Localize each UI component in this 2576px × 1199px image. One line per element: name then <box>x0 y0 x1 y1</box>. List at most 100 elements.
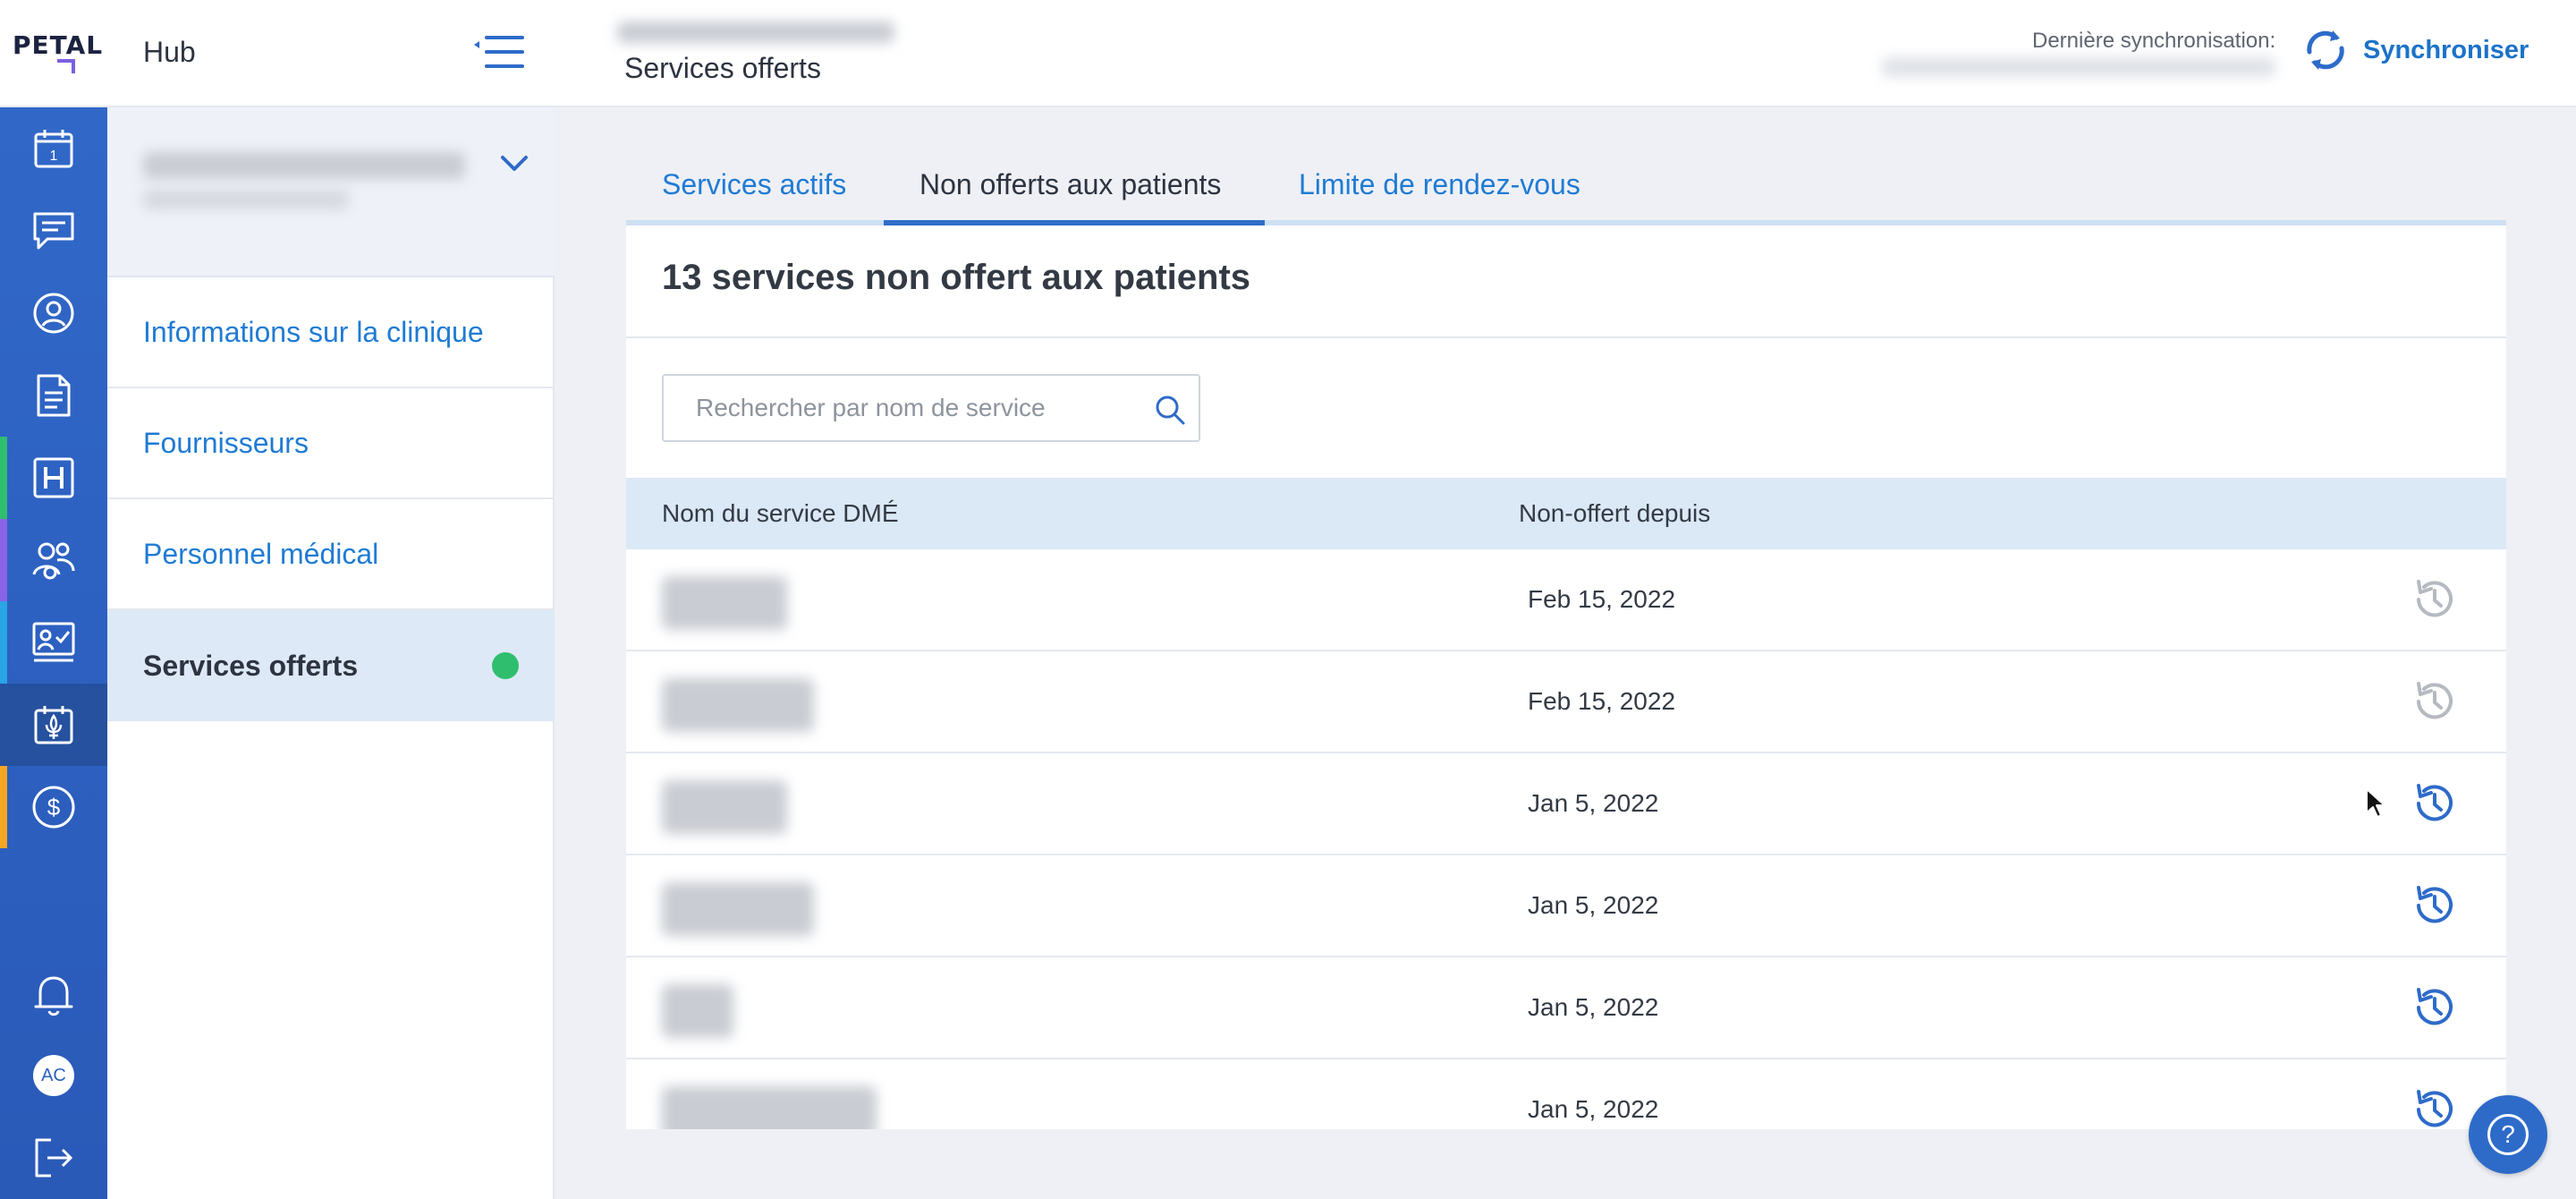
quebec-calendar-icon <box>34 706 73 744</box>
mouse-cursor-icon <box>2366 788 2385 818</box>
not-offered-date: Feb 15, 2022 <box>1528 585 1676 613</box>
restore-history-icon[interactable] <box>2410 880 2460 931</box>
table-row: Jan 5, 2022 <box>626 753 2506 855</box>
settings-subnav: Informations sur la clinique Fournisseur… <box>107 107 555 1199</box>
app-name: Hub <box>143 36 196 68</box>
sync-button-label: Synchroniser <box>2363 35 2529 64</box>
rail-item-hospital[interactable] <box>0 437 107 519</box>
sync-button[interactable]: Synchroniser <box>2301 23 2529 77</box>
billing-icon: $ <box>32 786 75 829</box>
rail-item-calendar[interactable]: 1 <box>0 107 107 190</box>
not-offered-date: Jan 5, 2022 <box>1528 789 1659 817</box>
subnav-item-services-offered[interactable]: Services offerts <box>107 610 555 721</box>
question-icon: ? <box>2487 1114 2529 1155</box>
calendar-icon: 1 <box>34 130 73 168</box>
subnav-item-label: Services offerts <box>143 649 359 682</box>
rail-item-notifications[interactable] <box>0 954 107 1036</box>
column-header-not-offered-since[interactable]: Non-offert depuis <box>1519 499 1710 528</box>
search-input[interactable] <box>664 376 1129 440</box>
subnav-item-label: Fournisseurs <box>143 426 309 459</box>
rail-item-logout[interactable] <box>0 1117 107 1199</box>
bell-icon <box>34 976 73 1016</box>
redacted-service-name <box>662 882 814 936</box>
redacted-clinic-name <box>617 21 894 43</box>
calendar-day: 1 <box>50 149 58 164</box>
subnav-item-clinic-info[interactable]: Informations sur la clinique <box>107 277 555 388</box>
page-title: Services offerts <box>624 52 821 84</box>
document-icon <box>37 374 71 417</box>
subnav-item-suppliers[interactable]: Fournisseurs <box>107 388 555 499</box>
not-offered-date: Jan 5, 2022 <box>1528 993 1659 1021</box>
not-offered-date: Jan 5, 2022 <box>1528 1095 1659 1123</box>
subnav-item-medical-staff[interactable]: Personnel médical <box>107 499 555 610</box>
rail-item-patients[interactable] <box>0 272 107 354</box>
redacted-service-name <box>662 576 787 630</box>
rail-accent <box>0 601 7 684</box>
rail-item-quebec-calendar[interactable] <box>0 684 107 766</box>
not-offered-date: Jan 5, 2022 <box>1528 891 1659 919</box>
redacted-service-name <box>662 780 787 834</box>
card-title: 13 services non offert aux patients <box>662 258 1251 297</box>
table-row: Feb 15, 2022 <box>626 651 2506 753</box>
tab-appointment-limit[interactable]: Limite de rendez-vous <box>1299 143 1580 225</box>
subnav-item-label: Informations sur la clinique <box>143 315 484 348</box>
table-row: Jan 5, 2022 <box>626 1059 2506 1129</box>
team-icon <box>32 542 75 580</box>
messages-icon <box>33 212 74 250</box>
search-icon[interactable] <box>1154 394 1186 426</box>
svg-text:$: $ <box>47 794 61 821</box>
restore-history-icon[interactable] <box>2410 778 2460 829</box>
rail-item-checklist[interactable] <box>0 601 107 684</box>
patient-icon <box>33 293 74 334</box>
redacted-sync-time <box>1882 57 2275 77</box>
avatar: AC <box>33 1055 74 1096</box>
brand-name: PETAL <box>13 30 104 60</box>
top-bar: PETAL Hub Services offerts Dernière sync… <box>0 0 2576 107</box>
rail-item-documents[interactable] <box>0 354 107 437</box>
collapse-menu-button[interactable] <box>470 34 526 70</box>
rail-accent <box>0 519 7 601</box>
rail-item-profile[interactable]: AC <box>0 1034 107 1117</box>
redacted-clinic-address <box>143 190 349 209</box>
redacted-service-name <box>662 984 733 1038</box>
chevron-down-icon <box>501 156 528 171</box>
logout-icon <box>35 1138 73 1178</box>
rail-item-messages[interactable] <box>0 190 107 272</box>
rail-item-team[interactable] <box>0 519 107 601</box>
restore-history-icon[interactable] <box>2410 982 2460 1033</box>
redacted-service-name <box>662 678 814 732</box>
divider <box>626 336 2506 338</box>
column-header-service-name[interactable]: Nom du service DMÉ <box>662 499 899 528</box>
help-glyph: ? <box>2501 1120 2515 1148</box>
avatar-initials: AC <box>41 1065 66 1085</box>
tab-label: Limite de rendez-vous <box>1299 167 1580 200</box>
not-offered-services-card: 13 services non offert aux patients Nom … <box>626 225 2506 1129</box>
logo-mark <box>57 59 75 73</box>
services-tabs: Services actifs Non offerts aux patients… <box>626 143 2506 225</box>
checklist-board-icon <box>32 622 75 662</box>
redacted-clinic-selector <box>143 152 465 179</box>
service-search <box>662 374 1200 442</box>
last-sync-label: Dernière synchronisation: <box>2032 29 2276 53</box>
tab-label: Services actifs <box>662 167 847 200</box>
rail-accent <box>0 437 7 519</box>
subnav-item-label: Personnel médical <box>143 537 379 570</box>
restore-history-icon[interactable] <box>2410 1084 2460 1129</box>
tab-active-services[interactable]: Services actifs <box>662 143 846 225</box>
clinic-selector[interactable] <box>107 107 555 277</box>
table-header: Nom du service DMÉ Non-offert depuis <box>626 478 2506 549</box>
restore-history-icon[interactable] <box>2410 574 2460 625</box>
rail-item-billing[interactable]: $ <box>0 766 107 848</box>
not-offered-date: Feb 15, 2022 <box>1528 687 1676 715</box>
help-button[interactable]: ? <box>2469 1095 2547 1174</box>
tab-not-offered[interactable]: Non offerts aux patients <box>919 143 1221 225</box>
status-dot <box>492 652 519 679</box>
table-row: Jan 5, 2022 <box>626 855 2506 957</box>
rail-accent <box>0 766 7 848</box>
brand-logo[interactable]: PETAL <box>13 30 103 60</box>
hospital-icon <box>33 457 74 498</box>
icon-rail: 1 $ AC <box>0 107 107 1199</box>
sync-icon <box>2307 30 2344 70</box>
tab-label: Non offerts aux patients <box>919 167 1222 200</box>
restore-history-icon[interactable] <box>2410 676 2460 727</box>
